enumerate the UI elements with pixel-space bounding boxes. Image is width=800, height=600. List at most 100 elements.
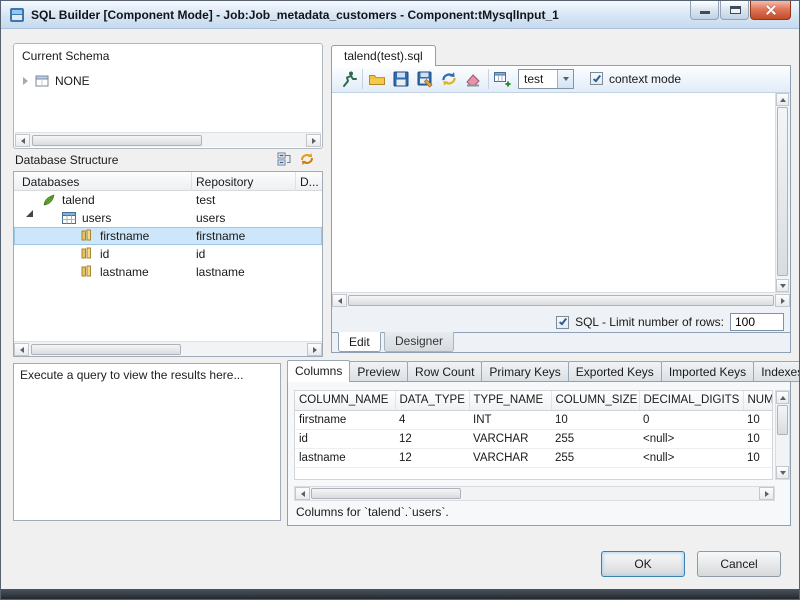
scroll-down-icon[interactable] bbox=[776, 279, 789, 292]
database-structure-tree: Databases Repository D... talend test us… bbox=[13, 171, 323, 357]
schema-icon bbox=[35, 74, 49, 88]
tree-cell-repository: lastname bbox=[196, 263, 245, 281]
scrollbar-thumb[interactable] bbox=[777, 405, 788, 435]
tree-row-talend[interactable]: talend test bbox=[14, 191, 322, 209]
editor-vertical-scrollbar[interactable] bbox=[775, 93, 790, 292]
expand-icon[interactable] bbox=[23, 77, 28, 85]
scrollbar-thumb[interactable] bbox=[31, 344, 181, 355]
tab-edit[interactable]: Edit bbox=[338, 332, 381, 352]
tab-indexes[interactable]: Indexes bbox=[753, 361, 800, 382]
minimize-button[interactable] bbox=[690, 1, 719, 20]
tree-cell-repository: id bbox=[196, 245, 205, 263]
minimize-icon bbox=[700, 11, 710, 14]
ok-button[interactable]: OK bbox=[601, 551, 685, 577]
columns-results-panel: COLUMN_NAME DATA_TYPE TYPE_NAME COLUMN_S… bbox=[287, 381, 791, 526]
scrollbar-thumb[interactable] bbox=[311, 488, 461, 499]
column-header-repository[interactable]: Repository bbox=[196, 174, 253, 190]
tab-row-count[interactable]: Row Count bbox=[407, 361, 482, 382]
editor-tab-label: talend(test).sql bbox=[344, 49, 423, 63]
column-header-databases[interactable]: Databases bbox=[22, 174, 79, 190]
sql-editor-textarea[interactable] bbox=[332, 93, 776, 292]
tree-cell-name: id bbox=[100, 245, 109, 263]
run-icon[interactable] bbox=[340, 70, 358, 88]
tab-imported-keys[interactable]: Imported Keys bbox=[661, 361, 754, 382]
scroll-left-icon[interactable] bbox=[295, 487, 310, 500]
tree-row-lastname[interactable]: lastname lastname bbox=[14, 263, 322, 281]
window-bottom-frame bbox=[1, 589, 799, 599]
scroll-right-icon[interactable] bbox=[307, 343, 322, 356]
tree-cell-repository: test bbox=[196, 191, 215, 209]
new-sql-icon[interactable] bbox=[493, 70, 511, 88]
col-header[interactable]: NUM bbox=[743, 391, 773, 410]
tree-row-firstname[interactable]: firstname firstname bbox=[14, 227, 322, 245]
scroll-left-icon[interactable] bbox=[332, 294, 347, 307]
save-icon[interactable] bbox=[392, 70, 410, 88]
tree-item-none[interactable]: NONE bbox=[20, 72, 90, 90]
sql-builder-dialog: SQL Builder [Component Mode] - Job:Job_m… bbox=[0, 0, 800, 600]
scroll-right-icon[interactable] bbox=[306, 134, 321, 147]
tree-cell-name: talend bbox=[62, 191, 95, 209]
query-results-placeholder: Execute a query to view the results here… bbox=[13, 363, 281, 521]
current-schema-panel: Current Schema NONE bbox=[13, 43, 323, 149]
collapse-tree-icon[interactable] bbox=[26, 196, 33, 210]
scroll-left-icon[interactable] bbox=[14, 343, 29, 356]
col-header[interactable]: COLUMN_NAME bbox=[295, 391, 395, 410]
current-schema-title: Current Schema bbox=[22, 49, 109, 63]
collapse-all-icon[interactable] bbox=[277, 151, 293, 167]
tree-row-id[interactable]: id id bbox=[14, 245, 322, 263]
editor-horizontal-scrollbar[interactable] bbox=[332, 292, 790, 307]
horizontal-scrollbar[interactable] bbox=[15, 132, 321, 147]
tree-cell-name: users bbox=[82, 209, 111, 227]
col-header[interactable]: TYPE_NAME bbox=[469, 391, 551, 410]
columns-table: COLUMN_NAME DATA_TYPE TYPE_NAME COLUMN_S… bbox=[294, 390, 773, 480]
context-mode-checkbox[interactable] bbox=[590, 72, 603, 85]
tab-preview[interactable]: Preview bbox=[349, 361, 408, 382]
save-as-icon[interactable] bbox=[416, 70, 434, 88]
tree-item-label: NONE bbox=[55, 72, 90, 90]
col-header[interactable]: COLUMN_SIZE bbox=[551, 391, 639, 410]
connection-combo[interactable]: test bbox=[518, 69, 574, 89]
tree-cell-repository: users bbox=[196, 209, 225, 227]
scrollbar-thumb[interactable] bbox=[777, 107, 788, 276]
tab-primary-keys[interactable]: Primary Keys bbox=[481, 361, 568, 382]
tree-header: Databases Repository D... bbox=[14, 172, 322, 191]
placeholder-text: Execute a query to view the results here… bbox=[20, 368, 243, 382]
results-horizontal-scrollbar[interactable] bbox=[294, 486, 775, 501]
check-icon bbox=[592, 73, 600, 82]
collapse-tree-icon[interactable] bbox=[46, 214, 53, 228]
refresh-icon[interactable] bbox=[299, 151, 315, 167]
tab-columns[interactable]: Columns bbox=[287, 360, 350, 382]
titlebar[interactable]: SQL Builder [Component Mode] - Job:Job_m… bbox=[1, 1, 799, 29]
scroll-left-icon[interactable] bbox=[15, 134, 30, 147]
tree-cell-name: firstname bbox=[100, 227, 149, 245]
cancel-button[interactable]: Cancel bbox=[697, 551, 781, 577]
horizontal-scrollbar[interactable] bbox=[14, 341, 322, 356]
open-folder-icon[interactable] bbox=[368, 70, 386, 88]
table-row[interactable]: id 12 VARCHAR 255 <null> 10 bbox=[295, 429, 773, 448]
limit-rows-input[interactable] bbox=[730, 313, 784, 331]
scroll-up-icon[interactable] bbox=[776, 93, 789, 106]
scrollbar-thumb[interactable] bbox=[32, 135, 202, 146]
scrollbar-thumb[interactable] bbox=[348, 295, 774, 306]
clear-icon[interactable] bbox=[464, 70, 482, 88]
close-button[interactable] bbox=[750, 1, 791, 20]
col-header[interactable]: DATA_TYPE bbox=[395, 391, 469, 410]
refresh-connection-icon[interactable] bbox=[440, 70, 458, 88]
table-row[interactable]: lastname 12 VARCHAR 255 <null> 10 bbox=[295, 448, 773, 467]
tree-cell-name: lastname bbox=[100, 263, 149, 281]
tab-designer[interactable]: Designer bbox=[384, 332, 454, 352]
scroll-right-icon[interactable] bbox=[759, 487, 774, 500]
tab-exported-keys[interactable]: Exported Keys bbox=[568, 361, 662, 382]
chevron-down-icon[interactable] bbox=[557, 70, 573, 88]
maximize-button[interactable] bbox=[720, 1, 749, 20]
limit-rows-checkbox[interactable] bbox=[556, 316, 569, 329]
results-vertical-scrollbar[interactable] bbox=[775, 390, 790, 480]
table-row[interactable]: firstname 4 INT 10 0 10 bbox=[295, 410, 773, 429]
tree-row-users[interactable]: users users bbox=[14, 209, 322, 227]
scroll-down-icon[interactable] bbox=[776, 466, 789, 479]
scroll-right-icon[interactable] bbox=[775, 294, 790, 307]
editor-tab-sql[interactable]: talend(test).sql bbox=[331, 45, 436, 66]
scroll-up-icon[interactable] bbox=[776, 391, 789, 404]
column-header-d[interactable]: D... bbox=[300, 174, 319, 190]
col-header[interactable]: DECIMAL_DIGITS bbox=[639, 391, 743, 410]
